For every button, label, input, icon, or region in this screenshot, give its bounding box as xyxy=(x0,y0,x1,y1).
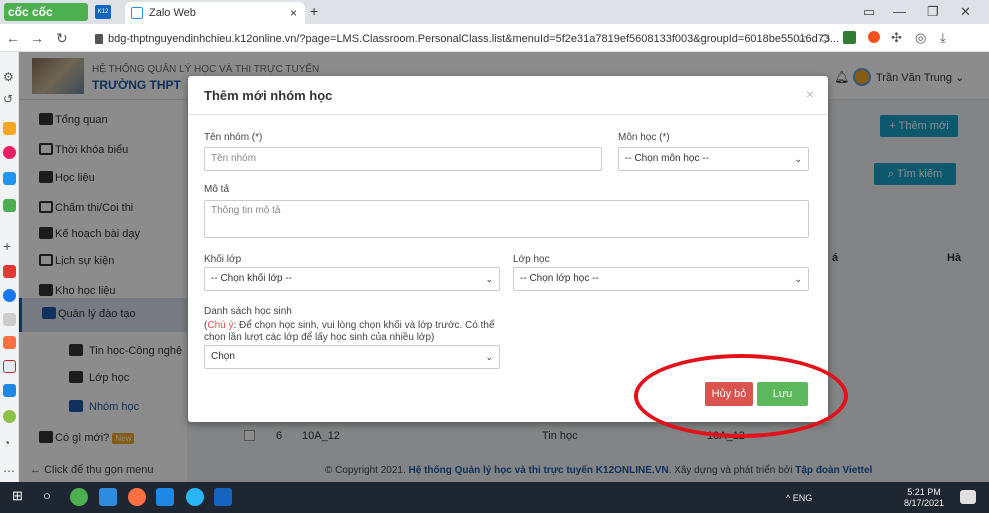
zalo-dock-icon[interactable] xyxy=(3,172,16,185)
students-note: (Chú ý: Để chọn học sinh, vui lòng chọn … xyxy=(204,320,504,344)
sos-icon[interactable] xyxy=(3,384,16,397)
history-icon[interactable]: ↺ xyxy=(3,92,16,106)
description-textarea[interactable]: Thông tin mô tả xyxy=(204,200,809,238)
shield-icon[interactable]: ◇ xyxy=(820,30,830,46)
close-window-button[interactable]: ✕ xyxy=(960,4,971,20)
chevron-down-icon: ⌄ xyxy=(794,154,802,164)
youtube-icon[interactable] xyxy=(3,265,16,278)
k12-tab-icon[interactable]: K12 xyxy=(95,5,111,19)
chevron-down-icon: ⌄ xyxy=(485,274,493,284)
vscode-icon[interactable] xyxy=(156,488,174,506)
news-icon[interactable] xyxy=(3,360,16,373)
game-icon[interactable] xyxy=(3,199,16,212)
maximize-button[interactable]: ❐ xyxy=(927,4,939,20)
windows-taskbar xyxy=(0,482,989,513)
tab-title: Zalo Web xyxy=(149,7,196,19)
system-tray[interactable]: ^ ENG xyxy=(786,493,812,503)
reload-icon[interactable]: ↻ xyxy=(56,30,68,47)
messenger-icon[interactable] xyxy=(3,146,16,159)
download-ext-icon[interactable] xyxy=(843,31,856,44)
facebook-icon[interactable] xyxy=(3,289,16,302)
back-icon[interactable]: ← xyxy=(6,30,20,46)
search-icon[interactable]: ○ xyxy=(43,488,61,506)
notification-icon[interactable]: ◔ xyxy=(3,436,16,450)
grade-select[interactable]: -- Chọn khối lớp -- ⌄ xyxy=(204,267,500,291)
star-icon[interactable]: ☆ xyxy=(796,30,808,46)
subject-select[interactable]: -- Chọn môn học -- ⌄ xyxy=(618,147,809,171)
profile-icon[interactable]: ◎ xyxy=(915,30,926,46)
notification-center-icon[interactable] xyxy=(960,490,976,504)
menu-icon[interactable]: ▭ xyxy=(863,4,875,20)
download-icon[interactable]: ⤓ xyxy=(940,30,946,46)
modal-title: Thêm mới nhóm học xyxy=(204,88,333,103)
forward-icon[interactable]: → xyxy=(30,30,44,46)
modal-divider xyxy=(188,114,828,115)
app-icon[interactable] xyxy=(3,410,16,423)
word-icon[interactable] xyxy=(214,488,232,506)
subject-value: -- Chọn môn học -- xyxy=(625,153,709,164)
settings-icon[interactable]: ⚙ xyxy=(3,70,16,84)
puzzle-icon[interactable]: ✣ xyxy=(891,30,902,46)
group-name-label: Tên nhóm (*) xyxy=(204,132,263,143)
description-label: Mô tả xyxy=(204,184,230,195)
clock[interactable]: 5:21 PM 8/17/2021 xyxy=(904,487,944,509)
extension-icon[interactable] xyxy=(868,31,880,43)
note-text: : Để chọn học sinh, vui lòng chọn khối v… xyxy=(204,320,495,343)
minimize-button[interactable]: — xyxy=(893,4,906,19)
clock-date: 8/17/2021 xyxy=(904,498,945,508)
add-icon[interactable]: + xyxy=(3,238,16,254)
subject-label: Môn học (*) xyxy=(618,132,670,143)
class-select[interactable]: -- Chọn lớp học -- ⌄ xyxy=(513,267,809,291)
crown-icon[interactable] xyxy=(3,122,16,135)
clock-time: 5:21 PM xyxy=(907,487,941,497)
explorer-icon[interactable] xyxy=(99,488,117,506)
note-warning: Chú ý xyxy=(207,320,234,331)
grade-label: Khối lớp xyxy=(204,254,242,265)
chrome-icon[interactable] xyxy=(128,488,146,506)
chevron-down-icon: ⌄ xyxy=(794,274,802,284)
group-name-input[interactable]: Tên nhóm xyxy=(204,147,602,171)
class-value: -- Chọn lớp học -- xyxy=(520,273,599,284)
dock-item-icon[interactable] xyxy=(3,313,16,326)
shop-icon[interactable] xyxy=(3,336,16,349)
new-tab-button[interactable]: + xyxy=(310,3,318,19)
coccoc-icon[interactable] xyxy=(70,488,88,506)
edge-icon[interactable] xyxy=(186,488,204,506)
highlight-circle xyxy=(634,354,848,438)
zalo-icon xyxy=(131,7,143,19)
students-select[interactable]: Chọn ⌄ xyxy=(204,345,500,369)
more-icon[interactable]: ⋯ xyxy=(3,464,16,478)
browser-logo[interactable]: cốc cốc xyxy=(4,3,88,21)
students-value: Chọn xyxy=(211,351,235,362)
students-label: Danh sách học sinh xyxy=(204,306,292,317)
chevron-down-icon: ⌄ xyxy=(485,352,493,362)
class-label: Lớp học xyxy=(513,254,550,265)
tab-close-button[interactable]: × xyxy=(290,2,297,24)
url-field[interactable]: bdg-thptnguyendinhchieu.k12online.vn/?pa… xyxy=(108,33,839,45)
lock-icon xyxy=(95,34,103,44)
modal-close-button[interactable]: × xyxy=(806,86,814,102)
browser-tab[interactable]: Zalo Web × xyxy=(125,2,305,24)
grade-value: -- Chọn khối lớp -- xyxy=(211,273,293,284)
windows-start-icon[interactable]: ⊞ xyxy=(12,488,30,506)
